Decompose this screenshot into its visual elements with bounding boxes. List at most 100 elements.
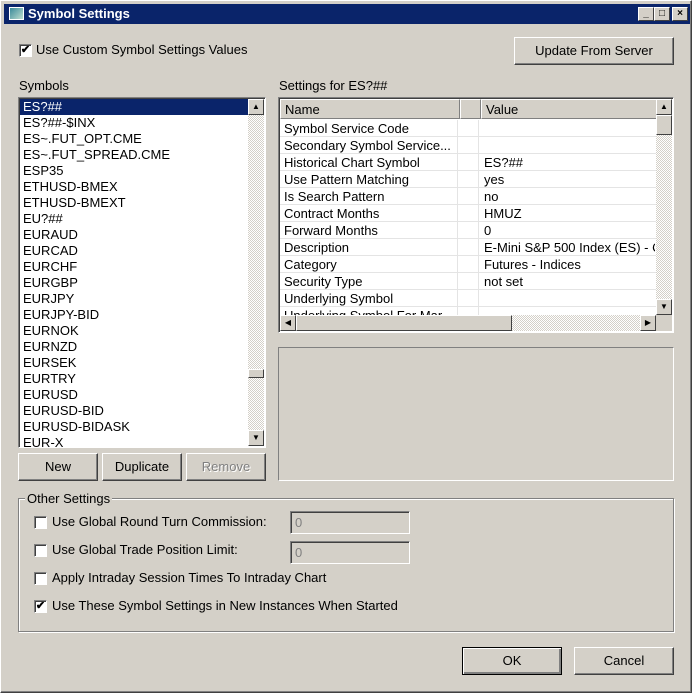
settings-row[interactable]: Historical Chart Symbol ES?##: [280, 154, 657, 171]
setting-name: Security Type: [280, 273, 458, 289]
settings-row[interactable]: Symbol Service Code: [280, 120, 657, 137]
symbols-scrollbar[interactable]: ▲ ▼: [248, 99, 264, 446]
settings-grid[interactable]: Name Value Symbol Service Code Secondary …: [278, 97, 674, 333]
scroll-thumb[interactable]: [248, 369, 264, 378]
use-custom-label: Use Custom Symbol Settings Values: [36, 42, 248, 57]
setting-value[interactable]: not set: [479, 273, 655, 289]
symbol-list-item[interactable]: EUR-X: [20, 435, 248, 447]
grid-header: Name Value: [280, 99, 657, 119]
symbol-list-item[interactable]: EURNOK: [20, 323, 248, 339]
symbol-list-item[interactable]: EURUSD-BIDASK: [20, 419, 248, 435]
symbol-list-item[interactable]: ESP35: [20, 163, 248, 179]
scroll-thumb[interactable]: [656, 115, 672, 135]
symbol-list-item[interactable]: EURGBP: [20, 275, 248, 291]
settings-row[interactable]: Underlying Symbol For Mar...: [280, 307, 657, 315]
setting-value[interactable]: ES?##: [479, 154, 655, 170]
setting-blank: [458, 307, 479, 315]
setting-value[interactable]: [479, 290, 655, 306]
update-from-server-button[interactable]: Update From Server: [514, 37, 674, 65]
setting-name: Secondary Symbol Service...: [280, 137, 458, 153]
duplicate-button[interactable]: Duplicate: [102, 453, 182, 481]
setting-value[interactable]: HMUZ: [479, 205, 655, 221]
scroll-down-icon[interactable]: ▼: [656, 299, 672, 315]
scroll-down-icon[interactable]: ▼: [248, 430, 264, 446]
setting-value[interactable]: [479, 120, 655, 136]
symbol-list-item[interactable]: EURNZD: [20, 339, 248, 355]
scroll-corner: [656, 315, 672, 331]
remove-button[interactable]: Remove: [186, 453, 266, 481]
round-turn-input[interactable]: 0: [290, 511, 410, 534]
settings-row[interactable]: Underlying Symbol: [280, 290, 657, 307]
setting-blank: [458, 205, 479, 221]
column-value[interactable]: Value: [481, 99, 657, 119]
hscroll-thumb[interactable]: [296, 315, 512, 331]
settings-row[interactable]: Contract Months HMUZ: [280, 205, 657, 222]
setting-value[interactable]: [479, 307, 655, 315]
other-settings-label: Other Settings: [25, 491, 113, 506]
scroll-up-icon[interactable]: ▲: [248, 99, 264, 115]
scroll-right-icon[interactable]: ▶: [640, 315, 656, 331]
grid-vscrollbar[interactable]: ▲ ▼: [656, 99, 672, 315]
setting-blank: [458, 256, 479, 272]
ok-button[interactable]: OK: [462, 647, 562, 675]
symbol-list-item[interactable]: EURSEK: [20, 355, 248, 371]
symbol-list-item[interactable]: ETHUSD-BMEXT: [20, 195, 248, 211]
cancel-button[interactable]: Cancel: [574, 647, 674, 675]
setting-name: Is Search Pattern: [280, 188, 458, 204]
settings-row[interactable]: Category Futures - Indices: [280, 256, 657, 273]
setting-blank: [458, 137, 479, 153]
scroll-left-icon[interactable]: ◀: [280, 315, 296, 331]
setting-value[interactable]: [479, 137, 655, 153]
setting-value[interactable]: E-Mini S&P 500 Index (ES) - C: [479, 239, 655, 255]
new-button[interactable]: New: [18, 453, 98, 481]
symbol-list-item[interactable]: ETHUSD-BMEX: [20, 179, 248, 195]
setting-name: Underlying Symbol: [280, 290, 458, 306]
settings-row[interactable]: Description E-Mini S&P 500 Index (ES) - C: [280, 239, 657, 256]
trade-limit-input[interactable]: 0: [290, 541, 410, 564]
scroll-up-icon[interactable]: ▲: [656, 99, 672, 115]
use-custom-checkbox[interactable]: ✔: [19, 44, 32, 57]
minimize-button[interactable]: _: [638, 7, 654, 21]
setting-blank: [458, 171, 479, 187]
setting-value[interactable]: Futures - Indices: [479, 256, 655, 272]
symbol-list-item[interactable]: EURUSD-BID: [20, 403, 248, 419]
settings-row[interactable]: Secondary Symbol Service...: [280, 137, 657, 154]
symbol-list-item[interactable]: EURCHF: [20, 259, 248, 275]
grid-hscrollbar[interactable]: ◀ ▶: [280, 315, 656, 331]
symbol-list-item[interactable]: EU?##: [20, 211, 248, 227]
symbols-list[interactable]: ES?## ES?##-$INX ES~.FUT_OPT.CME ES~.FUT_SP…: [18, 97, 266, 448]
trade-limit-checkbox[interactable]: [34, 544, 47, 557]
symbol-list-item[interactable]: EURTRY: [20, 371, 248, 387]
setting-name: Contract Months: [280, 205, 458, 221]
setting-blank: [458, 154, 479, 170]
settings-row[interactable]: Security Type not set: [280, 273, 657, 290]
settings-row[interactable]: Use Pattern Matching yes: [280, 171, 657, 188]
column-blank[interactable]: [460, 99, 481, 119]
symbol-list-item[interactable]: EURAUD: [20, 227, 248, 243]
symbols-label: Symbols: [19, 78, 69, 93]
intraday-label: Apply Intraday Session Times To Intraday…: [52, 570, 327, 585]
symbol-list-item[interactable]: EURUSD: [20, 387, 248, 403]
intraday-checkbox[interactable]: [34, 572, 47, 585]
column-name[interactable]: Name: [280, 99, 460, 119]
symbol-list-item[interactable]: EURJPY: [20, 291, 248, 307]
setting-value[interactable]: 0: [479, 222, 655, 238]
settings-row[interactable]: Is Search Pattern no: [280, 188, 657, 205]
setting-name: Underlying Symbol For Mar...: [280, 307, 458, 315]
settings-row[interactable]: Forward Months 0: [280, 222, 657, 239]
new-instances-checkbox[interactable]: ✔: [34, 600, 47, 613]
symbol-list-item[interactable]: EURJPY-BID: [20, 307, 248, 323]
symbol-list-item[interactable]: ES~.FUT_SPREAD.CME: [20, 147, 248, 163]
setting-value[interactable]: no: [479, 188, 655, 204]
title-bar: Symbol Settings _ □ ×: [4, 4, 690, 24]
symbol-list-item[interactable]: EURCAD: [20, 243, 248, 259]
symbol-list-item[interactable]: ES?##-$INX: [20, 115, 248, 131]
symbol-list-item[interactable]: ES~.FUT_OPT.CME: [20, 131, 248, 147]
setting-value[interactable]: yes: [479, 171, 655, 187]
round-turn-checkbox[interactable]: [34, 516, 47, 529]
close-button[interactable]: ×: [672, 7, 688, 21]
symbol-list-item[interactable]: ES?##: [20, 99, 248, 115]
description-panel: [278, 347, 674, 481]
setting-name: Forward Months: [280, 222, 458, 238]
maximize-button[interactable]: □: [654, 7, 670, 21]
